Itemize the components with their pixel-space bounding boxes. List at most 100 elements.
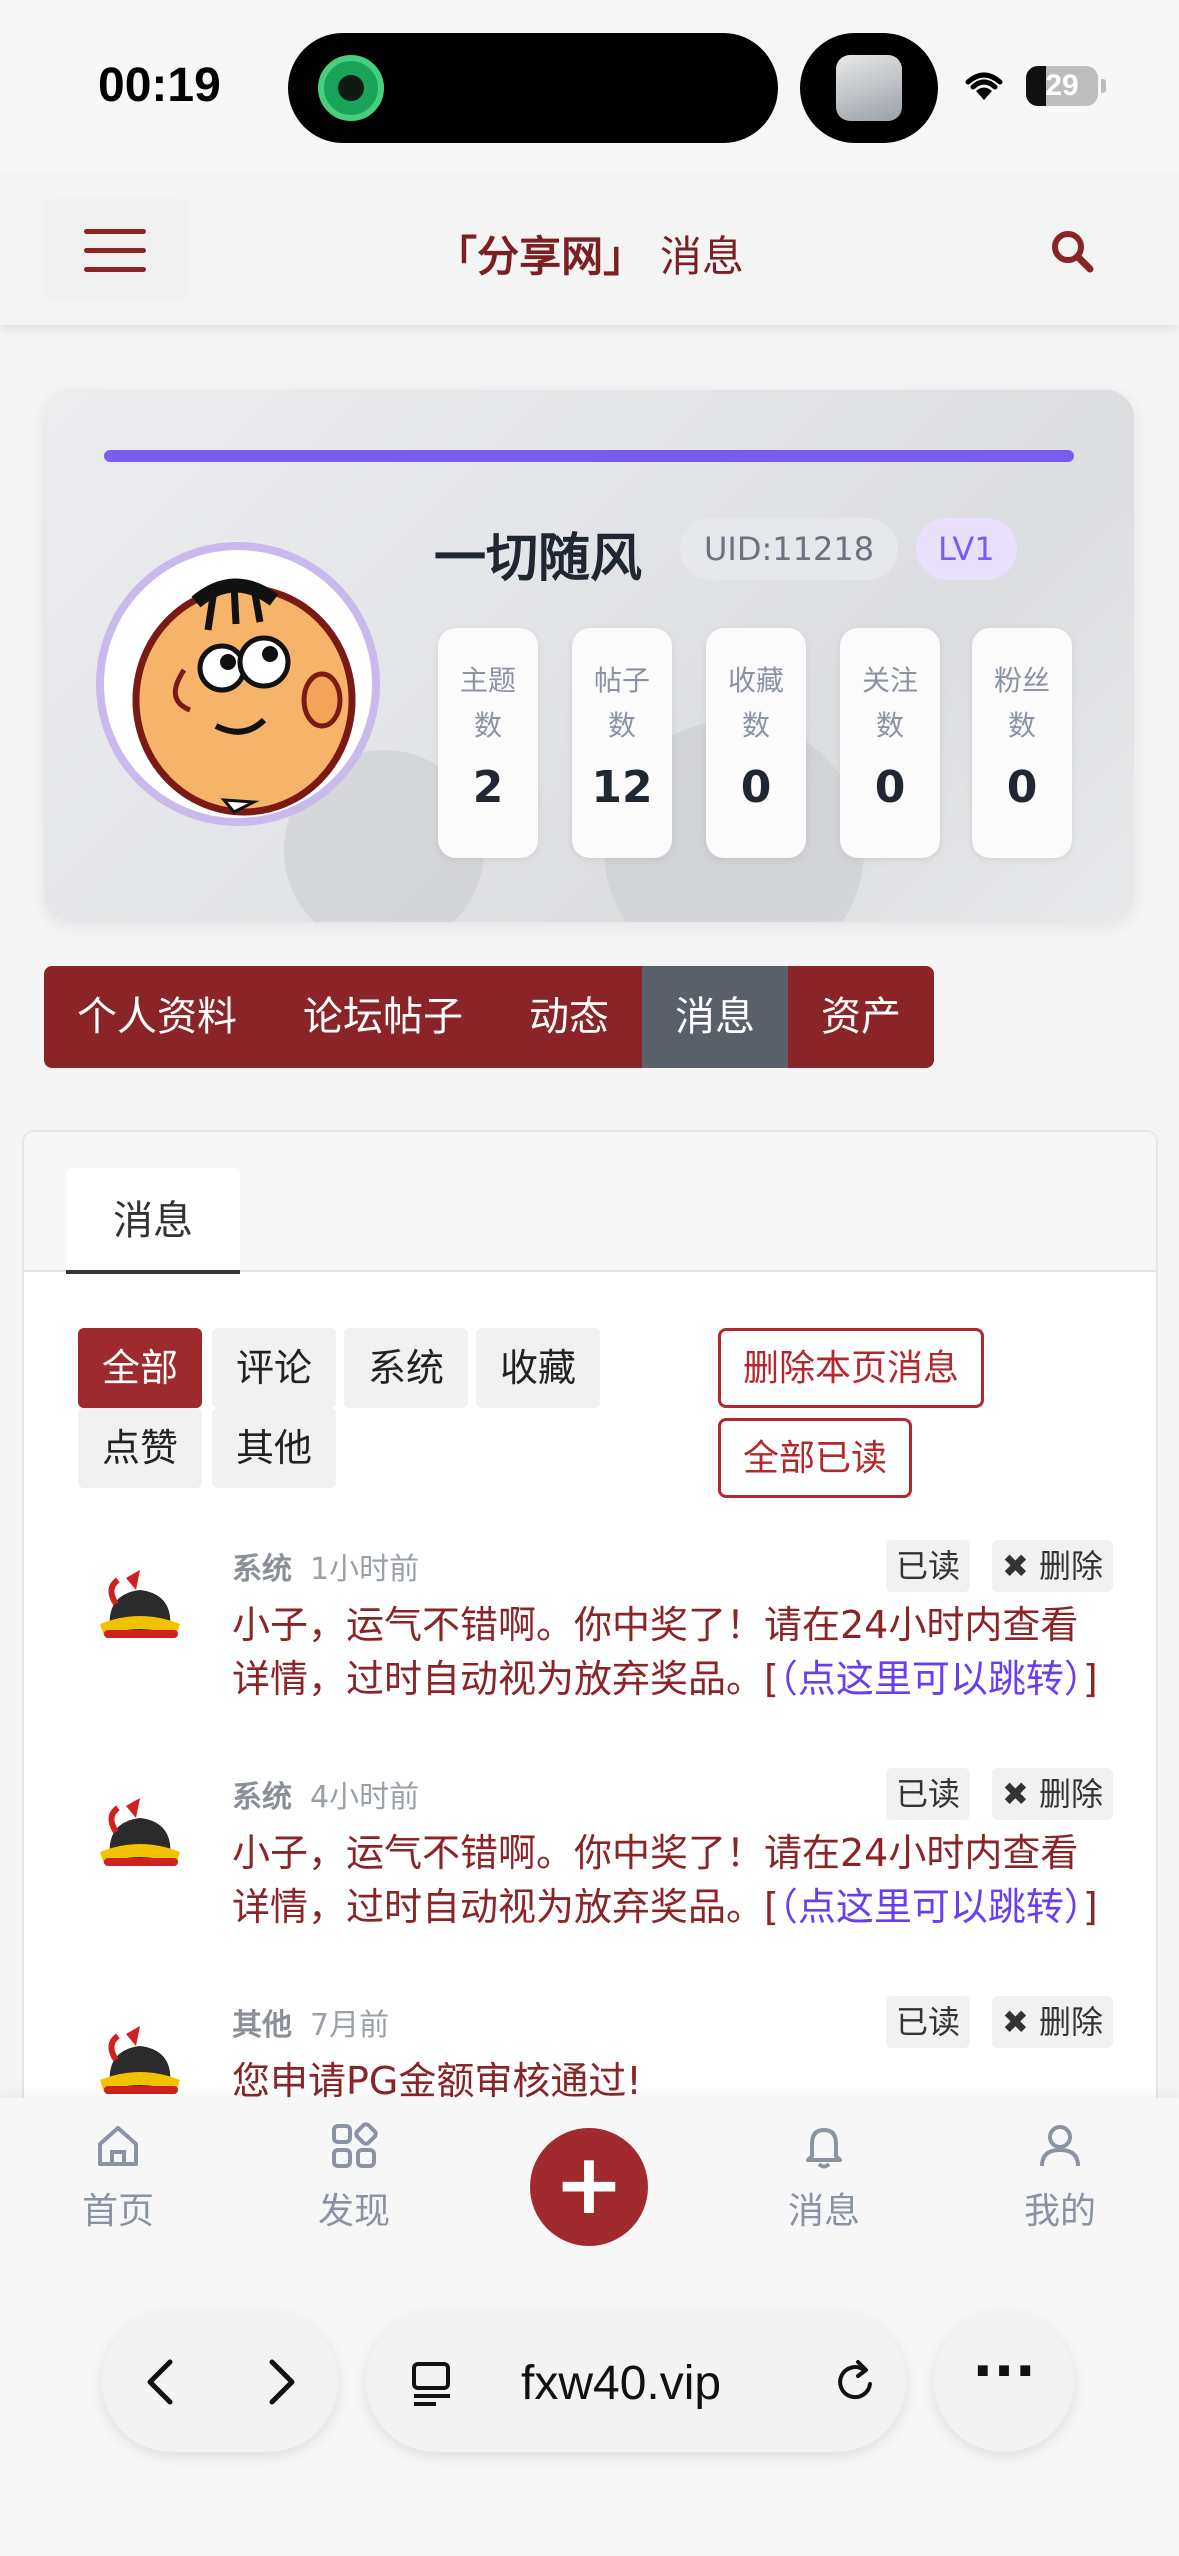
user-avatar[interactable] (96, 542, 380, 826)
search-icon[interactable] (1050, 229, 1094, 273)
tab-messages[interactable]: 消息 (642, 966, 788, 1068)
user-icon (1040, 2125, 1080, 2167)
stat-value: 2 (472, 762, 504, 813)
reload-icon[interactable] (830, 2356, 882, 2408)
clock: 00:19 (98, 59, 221, 112)
profile-card: 一切随风 UID:11218 LV1 主题数 2 帖子数 12 收藏数 0 关注… (44, 390, 1134, 922)
brand-name: 「分享网」 (435, 232, 646, 281)
message-type: 其他 (232, 2008, 292, 2043)
message-link[interactable]: （点这里可以跳转） (779, 1657, 1083, 1701)
nav-messages-label: 消息 (787, 2191, 860, 2232)
forward-arrow-icon[interactable] (262, 2356, 302, 2408)
message-type: 系统 (232, 1780, 292, 1815)
message-text: 小子，运气不错啊。你中奖了！请在24小时内查看详情，过时自动视为放弃奖品。[（点… (232, 1598, 1112, 1706)
profile-accent-bar (104, 450, 1074, 462)
stat-value: 0 (740, 762, 772, 813)
close-icon: ✖ (1002, 2003, 1039, 2041)
stat-value: 12 (591, 762, 653, 813)
message-text: 小子，运气不错啊。你中奖了！请在24小时内查看详情，过时自动视为放弃奖品。[（点… (232, 1826, 1112, 1934)
message-tail: ] (1082, 1885, 1098, 1929)
message-time: 7月前 (310, 2008, 390, 2043)
tab-assets[interactable]: 资产 (788, 966, 934, 1068)
delete-label: 删除 (1038, 1547, 1103, 1585)
music-app-icon (318, 55, 384, 121)
section-title: 消息 (659, 232, 744, 281)
sender-avatar (96, 1792, 186, 1872)
uid-badge: UID:11218 (680, 518, 899, 580)
url-text: fxw40.vip (521, 2357, 722, 2410)
dynamic-island[interactable] (288, 33, 778, 143)
message-link[interactable]: （点这里可以跳转） (779, 1885, 1083, 1929)
nav-discover-label: 发现 (317, 2191, 390, 2232)
add-post-button[interactable]: + (530, 2128, 648, 2246)
username: 一切随风 (434, 529, 643, 589)
stat-value: 0 (1006, 762, 1038, 813)
stat-topics[interactable]: 主题数 2 (438, 628, 538, 858)
battery-level: 29 (1045, 69, 1079, 102)
panel-tab-messages[interactable]: 消息 (66, 1168, 240, 1274)
message-time: 4小时前 (310, 1780, 420, 1815)
tab-profile[interactable]: 个人资料 (44, 966, 270, 1068)
battery-icon: 29 (1026, 66, 1106, 106)
message-time: 1小时前 (310, 1552, 420, 1587)
stat-label: 主题数 (459, 664, 516, 742)
wifi-icon (962, 62, 1006, 113)
delete-label: 删除 (1038, 2003, 1103, 2041)
page-title: 「分享网」 消息 (0, 223, 1179, 284)
filter-likes[interactable]: 点赞 (78, 1408, 203, 1488)
stat-posts[interactable]: 帖子数 12 (572, 628, 672, 858)
app-header: 「分享网」 消息 (0, 175, 1179, 325)
reader-icon[interactable] (406, 2356, 458, 2408)
nav-mine-label: 我的 (1023, 2191, 1096, 2232)
delete-message-button[interactable]: ✖ 删除 (992, 1768, 1113, 1820)
browser-url-bar[interactable]: fxw40.vip (366, 2312, 906, 2452)
delete-page-messages-button[interactable]: 删除本页消息 (718, 1328, 985, 1408)
stat-favorites[interactable]: 收藏数 0 (706, 628, 806, 858)
mark-all-read-button[interactable]: 全部已读 (718, 1418, 913, 1498)
nav-home[interactable]: 首页 (48, 2120, 188, 2234)
status-bar: 00:19 29 (0, 0, 1179, 175)
filter-comments[interactable]: 评论 (212, 1328, 337, 1408)
message-type: 系统 (232, 1552, 292, 1587)
mark-read-button[interactable]: 已读 (886, 1768, 971, 1820)
nav-mine[interactable]: 我的 (990, 2120, 1130, 2234)
profile-tabs: 个人资料 论坛帖子 动态 消息 资产 (44, 966, 934, 1068)
stat-label: 关注数 (861, 664, 918, 742)
filter-system[interactable]: 系统 (344, 1328, 469, 1408)
stat-value: 0 (874, 762, 906, 813)
stat-label: 帖子数 (593, 664, 650, 742)
nav-home-label: 首页 (81, 2191, 154, 2232)
tab-activity[interactable]: 动态 (496, 966, 642, 1068)
plus-icon: + (553, 2135, 625, 2233)
level-badge: LV1 (916, 518, 1017, 580)
close-icon: ✖ (1002, 1775, 1039, 1813)
browser-nav-controls (102, 2312, 338, 2452)
stat-following[interactable]: 关注数 0 (840, 628, 940, 858)
nav-messages[interactable]: 消息 (754, 2120, 894, 2234)
filter-other[interactable]: 其他 (212, 1408, 337, 1488)
messages-panel: 消息 全部 评论 系统 收藏 点赞 其他 删除本页消息 全部已读 系统 1小时前… (22, 1130, 1158, 2130)
back-arrow-icon[interactable] (140, 2356, 180, 2408)
sender-avatar (96, 1564, 186, 1644)
close-icon: ✖ (1002, 1547, 1039, 1585)
delete-message-button[interactable]: ✖ 删除 (992, 1540, 1113, 1592)
filter-favorites[interactable]: 收藏 (476, 1328, 601, 1408)
mark-read-button[interactable]: 已读 (886, 1996, 971, 2048)
tab-forum-posts[interactable]: 论坛帖子 (270, 966, 496, 1068)
delete-label: 删除 (1038, 1775, 1103, 1813)
mark-read-button[interactable]: 已读 (886, 1540, 971, 1592)
activity-thumbnail (836, 55, 902, 121)
grid-icon (332, 2122, 378, 2168)
filter-all[interactable]: 全部 (78, 1328, 203, 1408)
more-icon: ··· (972, 2339, 1036, 2404)
stat-followers[interactable]: 粉丝数 0 (972, 628, 1072, 858)
delete-message-button[interactable]: ✖ 删除 (992, 1996, 1113, 2048)
browser-more-button[interactable]: ··· (934, 2312, 1074, 2452)
stat-label: 粉丝数 (993, 664, 1050, 742)
sender-avatar (96, 2020, 186, 2100)
message-tail: ] (1082, 1657, 1098, 1701)
message-body: 您申请PG金额审核通过! (232, 2059, 642, 2103)
dynamic-island-activity[interactable] (800, 33, 938, 143)
home-icon (98, 2126, 138, 2166)
nav-discover[interactable]: 发现 (284, 2120, 424, 2234)
